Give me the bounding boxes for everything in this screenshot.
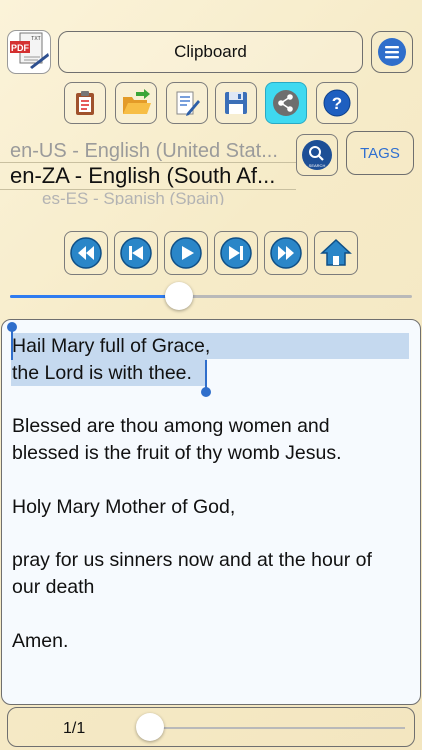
svg-text:PDF: PDF — [11, 43, 30, 53]
tags-label: TAGS — [360, 144, 400, 162]
text-line: Holy Mary Mother of God, — [12, 495, 236, 518]
playback-slider-thumb[interactable] — [164, 282, 193, 310]
previous-track-icon — [120, 237, 152, 269]
page-slider-track[interactable] — [150, 727, 405, 729]
previous-button[interactable] — [114, 231, 158, 275]
play-icon — [170, 237, 202, 269]
open-file-button[interactable] — [115, 82, 157, 124]
selection-start-caret — [11, 330, 13, 360]
svg-text:?: ? — [332, 94, 342, 113]
tags-button[interactable]: TAGS — [346, 131, 414, 175]
home-icon — [320, 238, 352, 266]
title-label: Clipboard — [174, 42, 247, 61]
share-icon — [273, 90, 299, 116]
pdf-to-text-icon: PDF TXT — [10, 32, 49, 69]
text-line: our death — [12, 576, 95, 599]
language-option-next[interactable]: es-ES - Spanish (Spain) — [0, 189, 338, 205]
menu-button[interactable] — [371, 31, 413, 73]
selection-end-caret — [205, 360, 207, 390]
hamburger-menu-icon — [378, 38, 406, 66]
fast-forward-button[interactable] — [264, 231, 308, 275]
paste-clipboard-button[interactable] — [64, 82, 106, 124]
text-line: Blessed are thou among women and — [12, 415, 330, 438]
rewind-icon — [70, 237, 102, 269]
text-line: Amen. — [12, 629, 69, 652]
rewind-button[interactable] — [64, 231, 108, 275]
edit-document-icon — [176, 91, 200, 116]
page-slider-thumb[interactable] — [136, 713, 164, 741]
search-icon: SEARCH — [302, 140, 332, 170]
search-button[interactable]: SEARCH — [296, 134, 338, 176]
language-option-previous[interactable]: en-US - English (United Stat... — [0, 140, 306, 163]
language-option-selected[interactable]: en-ZA - English (South Af... — [0, 163, 306, 189]
help-button[interactable]: ? — [316, 82, 358, 124]
home-button[interactable] — [314, 231, 358, 275]
clipboard-paste-icon — [76, 91, 94, 115]
share-button[interactable] — [265, 82, 307, 124]
page-indicator: 1/1 — [63, 720, 86, 737]
selection-end-handle[interactable] — [201, 387, 211, 397]
open-folder-icon — [123, 89, 151, 114]
save-button[interactable] — [215, 82, 257, 124]
app-icon[interactable]: PDF TXT — [7, 30, 51, 74]
save-disk-icon — [225, 92, 247, 114]
fast-forward-icon — [270, 237, 302, 269]
text-line: the Lord is with thee. — [12, 361, 192, 384]
text-line: blessed is the fruit of thy womb Jesus. — [12, 442, 342, 465]
play-button[interactable] — [164, 231, 208, 275]
svg-text:SEARCH: SEARCH — [309, 163, 326, 168]
playback-slider-fill — [10, 295, 179, 298]
edit-text-button[interactable] — [166, 82, 208, 124]
text-line: Hail Mary full of Grace, — [12, 335, 211, 357]
clipboard-title-button[interactable]: Clipboard — [58, 31, 363, 73]
next-track-icon — [220, 237, 252, 269]
svg-text:TXT: TXT — [31, 36, 40, 42]
help-icon: ? — [323, 89, 351, 117]
next-button[interactable] — [214, 231, 258, 275]
text-line: pray for us sinners now and at the hour … — [12, 549, 372, 572]
